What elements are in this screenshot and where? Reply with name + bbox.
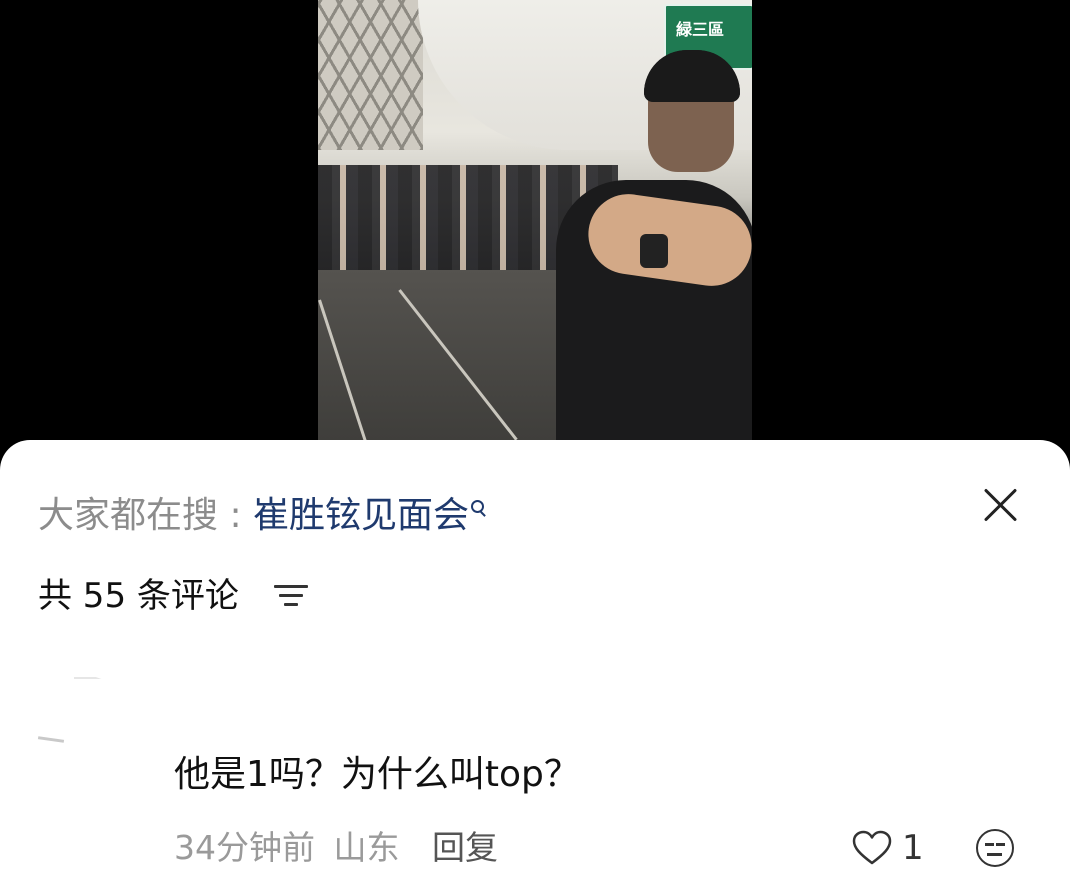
emoji-eye xyxy=(985,843,994,846)
comment-count: 共 55 条评论 xyxy=(38,576,239,616)
video-frame: 緑三區 xyxy=(318,0,752,440)
comment-location: 山东 xyxy=(333,828,400,867)
sort-icon[interactable] xyxy=(274,583,310,609)
reply-button[interactable]: 回复 xyxy=(432,828,498,867)
video-person-watch xyxy=(640,234,668,268)
zone-sign-text: 緑三區 xyxy=(676,20,725,39)
comment-meta: 34分钟前 山东 回复 xyxy=(174,826,498,870)
avatar[interactable] xyxy=(34,675,130,771)
hot-search-term[interactable]: 崔胜铉见面会 xyxy=(253,495,469,536)
close-icon[interactable] xyxy=(978,482,1024,528)
search-icon xyxy=(471,500,487,516)
heart-icon[interactable] xyxy=(852,830,892,866)
emoji-eye xyxy=(996,843,1005,846)
comment-sheet: 大家都在搜 : 崔胜铉见面会 共 55 条评论 他是1吗？为什么叫top？ 34… xyxy=(0,440,1070,882)
video-background-truss xyxy=(318,0,423,150)
avatar-detail xyxy=(74,677,104,679)
emoji-mouth xyxy=(987,853,1002,856)
emoji-face-icon[interactable] xyxy=(976,829,1014,867)
comment-text: 他是1吗？为什么叫top？ xyxy=(174,754,580,795)
hot-search-bar[interactable]: 大家都在搜 : 崔胜铉见面会 xyxy=(38,492,487,540)
hot-search-prefix: 大家都在搜 : xyxy=(38,495,254,536)
avatar-detail xyxy=(37,736,65,743)
comment-time: 34分钟前 xyxy=(174,828,315,867)
like-count: 1 xyxy=(902,828,924,868)
video-player[interactable]: 緑三區 xyxy=(0,0,1070,440)
